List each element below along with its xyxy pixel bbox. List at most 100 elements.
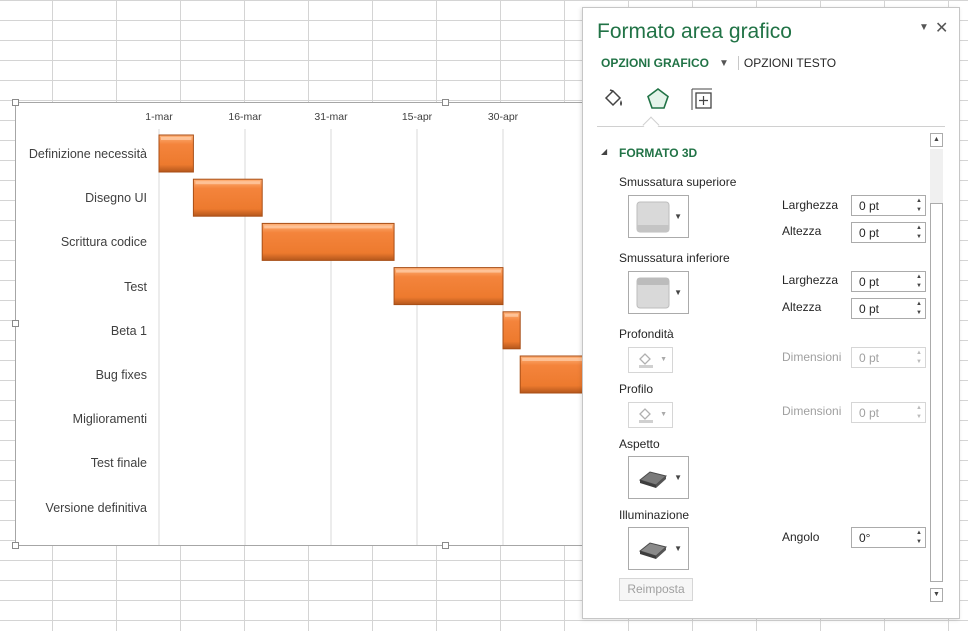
pane-tabs: OPZIONI GRAFICO ▼ OPZIONI TESTO bbox=[601, 56, 836, 70]
angle-label: Angolo bbox=[782, 530, 820, 544]
gantt-bar[interactable] bbox=[502, 311, 521, 350]
contour-label: Profilo bbox=[619, 382, 654, 396]
category-axis: Definizione necessità Disegno UI Scrittura… bbox=[16, 103, 147, 547]
spin-arrows-icon[interactable]: ▲ ▼ bbox=[916, 529, 922, 547]
lighting-dropdown[interactable]: ▼ bbox=[628, 527, 689, 570]
depth-size-value: 0 pt bbox=[859, 351, 880, 365]
tab-chart-options[interactable]: OPZIONI GRAFICO bbox=[601, 56, 709, 70]
x-tick-label: 31-mar bbox=[314, 111, 348, 123]
contour-size-input: 0 pt ▲ ▼ bbox=[851, 402, 926, 423]
material-label: Aspetto bbox=[619, 437, 660, 451]
category-label: Miglioramenti bbox=[72, 412, 147, 427]
depth-color-dropdown: ▼ bbox=[628, 347, 673, 373]
pane-content: ◢ FORMATO 3D Smussatura superiore ▼ Larg… bbox=[583, 132, 929, 612]
bevel-top-height-label: Altezza bbox=[782, 224, 822, 238]
pane-scrollbar[interactable]: ▲ ▼ bbox=[929, 133, 944, 602]
chart-resize-handle[interactable] bbox=[12, 99, 19, 106]
format-chart-area-pane: Formato area grafico ▼ ✕ OPZIONI GRAFICO… bbox=[582, 7, 960, 619]
bevel-swatch-icon bbox=[636, 201, 670, 232]
category-label: Test finale bbox=[90, 456, 147, 471]
gantt-bar-highlight bbox=[161, 137, 192, 140]
scroll-thumb[interactable] bbox=[930, 203, 943, 582]
chart-resize-handle[interactable] bbox=[442, 99, 449, 106]
depth-size-input: 0 pt ▲ ▼ bbox=[851, 347, 926, 368]
bevel-bottom-height-input[interactable]: 0 pt ▲ ▼ bbox=[851, 298, 926, 319]
close-icon[interactable]: ✕ bbox=[935, 18, 948, 38]
effects-pentagon-icon[interactable] bbox=[643, 84, 673, 114]
category-label: Bug fixes bbox=[95, 368, 147, 382]
x-tick-label: 15-apr bbox=[401, 111, 433, 123]
bevel-top-width-value: 0 pt bbox=[859, 199, 880, 213]
section-3d-format[interactable]: FORMATO 3D bbox=[619, 146, 697, 160]
gantt-chart[interactable]: 1-mar16-mar31-mar15-apr30-apr15 Definizi… bbox=[15, 102, 595, 547]
chevron-down-icon: ▼ bbox=[674, 544, 682, 553]
bevel-bottom-height-label: Altezza bbox=[782, 300, 822, 314]
depth-label: Profondità bbox=[619, 327, 674, 341]
fill-line-icon[interactable] bbox=[599, 84, 629, 114]
pane-options-icon[interactable]: ▼ bbox=[919, 22, 929, 33]
paint-bucket-icon bbox=[639, 353, 653, 368]
gantt-bar[interactable] bbox=[393, 267, 504, 306]
category-label: Beta 1 bbox=[110, 323, 147, 338]
lighting-label: Illuminazione bbox=[619, 508, 690, 522]
chart-resize-handle[interactable] bbox=[12, 542, 19, 549]
chevron-down-icon: ▼ bbox=[674, 473, 682, 482]
spin-arrows-icon[interactable]: ▲ ▼ bbox=[916, 273, 922, 291]
material-dropdown[interactable]: ▼ bbox=[628, 456, 689, 499]
bevel-top-label: Smussatura superiore bbox=[619, 175, 737, 189]
x-tick-label: 1-mar bbox=[145, 111, 173, 123]
contour-color-dropdown: ▼ bbox=[628, 402, 673, 428]
bevel-bottom-width-input[interactable]: 0 pt ▲ ▼ bbox=[851, 271, 926, 292]
size-properties-icon[interactable] bbox=[687, 84, 717, 114]
gantt-bar[interactable] bbox=[192, 178, 263, 217]
bevel-top-width-input[interactable]: 0 pt ▲ ▼ bbox=[851, 195, 926, 216]
tab-divider bbox=[737, 56, 739, 70]
lighting-swatch-icon bbox=[638, 541, 668, 559]
bevel-top-dropdown[interactable]: ▼ bbox=[628, 195, 689, 238]
scroll-track[interactable] bbox=[930, 149, 943, 203]
category-label: Disegno UI bbox=[85, 191, 147, 206]
gantt-bar-highlight bbox=[396, 269, 501, 273]
bevel-top-height-input[interactable]: 0 pt ▲ ▼ bbox=[851, 222, 926, 243]
tab-text-options[interactable]: OPZIONI TESTO bbox=[744, 56, 836, 70]
angle-value: 0° bbox=[859, 531, 871, 545]
category-icons bbox=[599, 84, 717, 114]
gantt-bar[interactable] bbox=[519, 355, 586, 394]
chevron-down-icon: ▼ bbox=[660, 356, 667, 363]
contour-size-value: 0 pt bbox=[859, 406, 880, 420]
scroll-down-icon[interactable]: ▼ bbox=[930, 588, 943, 602]
bevel-bottom-width-value: 0 pt bbox=[859, 275, 880, 289]
bevel-top-width-label: Larghezza bbox=[782, 198, 839, 212]
gantt-bar-highlight bbox=[505, 313, 519, 317]
gantt-bar-highlight bbox=[264, 225, 393, 229]
reset-button: Reimposta bbox=[619, 578, 693, 601]
selection-pointer bbox=[642, 116, 660, 134]
gantt-bar-highlight bbox=[195, 181, 261, 185]
gantt-bar-highlight bbox=[522, 358, 586, 361]
chart-resize-handle[interactable] bbox=[12, 320, 19, 327]
chevron-down-icon: ▼ bbox=[674, 288, 682, 297]
chevron-down-icon: ▼ bbox=[660, 411, 667, 418]
scroll-up-icon[interactable]: ▲ bbox=[930, 133, 943, 147]
chart-resize-handle[interactable] bbox=[442, 542, 449, 549]
chevron-down-icon: ▼ bbox=[674, 212, 682, 221]
gantt-bar[interactable] bbox=[158, 134, 194, 173]
collapse-triangle-icon[interactable]: ◢ bbox=[601, 147, 607, 156]
category-label: Test bbox=[124, 279, 147, 294]
x-tick-label: 30-apr bbox=[487, 111, 519, 123]
chevron-down-icon[interactable]: ▼ bbox=[719, 58, 729, 69]
paint-bucket-icon bbox=[639, 408, 653, 423]
spin-arrows-icon[interactable]: ▲ ▼ bbox=[916, 224, 922, 242]
material-swatch-icon bbox=[638, 470, 668, 488]
category-label: Versione definitiva bbox=[45, 500, 147, 515]
spin-arrows-icon: ▲ ▼ bbox=[916, 405, 922, 420]
angle-input[interactable]: 0° ▲ ▼ bbox=[851, 527, 926, 548]
x-tick-label: 16-mar bbox=[228, 111, 262, 123]
bevel-bottom-width-label: Larghezza bbox=[782, 273, 839, 287]
gantt-bar[interactable] bbox=[261, 222, 395, 261]
spin-arrows-icon[interactable]: ▲ ▼ bbox=[916, 197, 922, 215]
spin-arrows-icon[interactable]: ▲ ▼ bbox=[916, 300, 922, 318]
bevel-bottom-dropdown[interactable]: ▼ bbox=[628, 271, 689, 314]
bevel-bottom-label: Smussatura inferiore bbox=[619, 251, 730, 265]
pane-title: Formato area grafico bbox=[597, 20, 792, 43]
